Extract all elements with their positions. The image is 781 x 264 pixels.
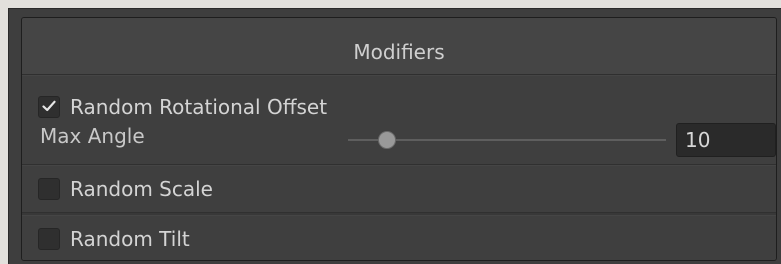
random-scale-label: Random Scale [70,177,213,201]
random-rotational-offset-checkbox[interactable] [38,96,60,118]
modifiers-panel: Modifiers Random Rotational Offset Max A… [21,17,777,261]
random-rotational-offset-toggle[interactable]: Random Rotational Offset [38,94,327,120]
rotational-offset-section: Random Rotational Offset Max Angle [22,75,776,165]
max-angle-label: Max Angle [40,124,145,148]
random-scale-toggle[interactable]: Random Scale [38,176,213,202]
random-tilt-section: Random Tilt [22,215,776,260]
random-tilt-label: Random Tilt [70,227,190,251]
random-tilt-toggle[interactable]: Random Tilt [38,226,190,252]
random-scale-checkbox[interactable] [38,178,60,200]
max-angle-slider[interactable] [348,128,666,152]
panel-header: Modifiers [22,18,776,75]
panel-title: Modifiers [353,40,445,64]
check-icon [42,100,56,112]
random-rotational-offset-label: Random Rotational Offset [70,95,328,119]
random-scale-section: Random Scale [22,165,776,213]
slider-thumb[interactable] [378,131,396,149]
max-angle-field[interactable] [676,123,776,157]
inspector-window: Modifiers Random Rotational Offset Max A… [8,8,781,264]
random-tilt-checkbox[interactable] [38,228,60,250]
